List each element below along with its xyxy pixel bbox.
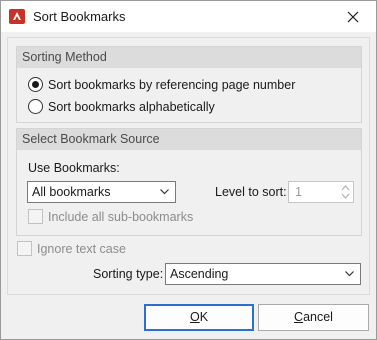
cancel-mnemonic: C [294,310,304,324]
bookmark-source-group: Select Bookmark Source Use Bookmarks: Al… [16,128,362,236]
pdf-editor-icon [9,9,25,24]
spin-arrows-icon[interactable] [341,184,350,200]
window-title: Sort Bookmarks [33,9,126,24]
radio-sort-alphabetically[interactable]: Sort bookmarks alphabetically [28,99,215,114]
sorting-type-value: Ascending [170,267,229,281]
radio-sort-by-page[interactable]: Sort bookmarks by referencing page numbe… [28,77,295,92]
cancel-label-rest: ancel [303,310,333,324]
radio-sort-alphabetically-label: Sort bookmarks alphabetically [48,99,215,114]
cancel-button[interactable]: Cancel [258,304,369,331]
level-to-sort-label: Level to sort: [215,185,287,199]
ignore-text-case-checkbox[interactable]: Ignore text case [17,241,126,256]
use-bookmarks-label: Use Bookmarks: [28,161,120,175]
include-sub-bookmarks-checkbox[interactable]: Include all sub-bookmarks [28,209,193,224]
sorting-method-group: Sorting Method Sort bookmarks by referen… [16,46,362,123]
ignore-text-case-label: Ignore text case [37,241,126,256]
ok-button[interactable]: OK [144,304,254,331]
chevron-down-icon [345,271,354,277]
use-bookmarks-value: All bookmarks [32,185,111,199]
ok-mnemonic: O [189,310,200,324]
dialog-body: Sorting Method Sort bookmarks by referen… [7,37,370,295]
close-icon [347,11,359,22]
radio-button-checked[interactable] [28,77,43,92]
level-to-sort-value: 1 [295,185,302,199]
radio-button-unchecked[interactable] [28,99,43,114]
sort-bookmarks-dialog: Sort Bookmarks Sorting Method Sort bookm… [0,0,377,340]
level-to-sort-spinner[interactable]: 1 [288,181,354,203]
chevron-down-icon [160,189,169,195]
use-bookmarks-dropdown[interactable]: All bookmarks [27,181,176,203]
checkbox-box[interactable] [17,241,32,256]
close-button[interactable] [330,1,376,32]
sorting-method-header: Sorting Method [17,47,361,68]
ok-label-rest: K [199,310,209,324]
include-sub-bookmarks-label: Include all sub-bookmarks [48,209,194,224]
sorting-type-dropdown[interactable]: Ascending [165,263,361,285]
radio-sort-by-page-label: Sort bookmarks by referencing page numbe… [48,77,296,92]
sorting-type-label: Sorting type: [93,267,164,281]
checkbox-box[interactable] [28,209,43,224]
title-bar: Sort Bookmarks [1,1,376,32]
bookmark-source-header: Select Bookmark Source [17,129,361,150]
